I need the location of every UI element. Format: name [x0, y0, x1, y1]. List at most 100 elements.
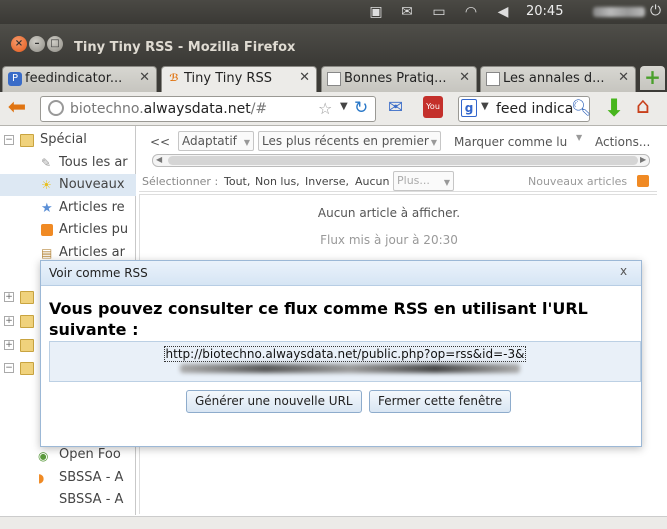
system-top-panel: [0, 0, 667, 24]
reload-icon[interactable]: ↻: [354, 98, 368, 118]
view-mode-select[interactable]: Adaptatif ▼: [178, 131, 254, 151]
mail-icon[interactable]: ✉: [398, 3, 416, 21]
all-articles-icon: ✎: [41, 156, 52, 170]
search-engine-dropdown-icon[interactable]: ▼: [481, 101, 489, 112]
new-articles-label: Nouveaux articles: [528, 175, 628, 188]
back-arrow-icon[interactable]: ⬅: [4, 97, 30, 121]
tab-label: Tiny Tiny RSS: [184, 71, 272, 86]
select-label: Sélectionner :: [142, 175, 219, 188]
home-icon[interactable]: ⌂: [636, 94, 650, 119]
dialog-heading: Vous pouvez consulter ce flux comme RSS …: [49, 299, 588, 339]
chevron-down-icon: ▼: [576, 133, 583, 142]
feed-indicator-icon[interactable]: ▣: [367, 3, 385, 21]
feed-sbssa-2[interactable]: SBSSA - A: [59, 492, 123, 507]
more-select[interactable]: Plus... ▼: [393, 171, 454, 191]
new-tab-button[interactable]: +: [640, 66, 665, 90]
tab-close-icon[interactable]: ✕: [459, 70, 470, 85]
youtube-icon[interactable]: You: [423, 96, 443, 118]
archive-icon: ▤: [41, 246, 53, 260]
scroll-right-icon[interactable]: ▶: [640, 155, 646, 164]
folder-icon: [20, 315, 34, 328]
power-icon[interactable]: ⏻: [650, 3, 661, 19]
tab-close-icon[interactable]: ✕: [139, 70, 150, 85]
feed-rss-icon: ◗: [38, 471, 45, 485]
dialog-title: Voir comme RSS: [49, 266, 148, 280]
feed-open-food[interactable]: Open Foo: [59, 447, 121, 462]
tab-label: Les annales d...: [503, 71, 605, 86]
feed-published-articles[interactable]: Articles pu: [59, 222, 128, 237]
tab-close-icon[interactable]: ✕: [618, 70, 629, 85]
status-bar: [0, 516, 667, 529]
url-text[interactable]: biotechno.alwaysdata.net/#: [70, 101, 267, 117]
folder-open-icon: [20, 362, 34, 375]
window-minimize-button[interactable]: –: [29, 36, 45, 52]
chevron-down-icon: ▼: [443, 178, 450, 187]
url-history-dropdown-icon[interactable]: ▼: [340, 101, 348, 112]
rss-icon: [41, 224, 53, 236]
feed-archived-articles[interactable]: Articles ar: [59, 245, 125, 260]
rss-url-link[interactable]: http://biotechno.alwaysdata.net/public.p…: [49, 346, 641, 362]
folder-icon: [20, 291, 34, 304]
feed-sbssa-1[interactable]: SBSSA - A: [59, 470, 123, 485]
window-close-button[interactable]: ×: [11, 36, 27, 52]
select-all-link[interactable]: Tout,: [224, 175, 250, 188]
select-unread-link[interactable]: Non lus,: [255, 175, 300, 188]
google-search-engine-icon[interactable]: g: [461, 99, 477, 117]
order-select[interactable]: Les plus récents en premier ▼: [258, 131, 441, 151]
expand-icon[interactable]: +: [4, 292, 14, 302]
feed-new-articles[interactable]: Nouveaux: [59, 177, 125, 192]
wifi-icon[interactable]: ◠: [462, 3, 480, 21]
feedindicator-favicon-icon: P: [8, 72, 22, 86]
mark-as-read-menu[interactable]: Marquer comme lu: [454, 135, 567, 149]
select-invert-link[interactable]: Inverse,: [305, 175, 349, 188]
url-key-blurred: [180, 364, 520, 373]
actions-menu[interactable]: Actions...: [595, 135, 650, 149]
window-maximize-button[interactable]: □: [47, 36, 63, 52]
collapse-sidebar-button[interactable]: <<: [150, 135, 170, 149]
tab-feedindicator[interactable]: P feedindicator... ✕: [2, 66, 157, 92]
site-identity-icon[interactable]: [48, 100, 64, 116]
expand-icon[interactable]: +: [4, 316, 14, 326]
rss-feed-icon[interactable]: [637, 175, 649, 187]
page-favicon-icon: [486, 72, 500, 86]
user-name-blurred[interactable]: [593, 7, 645, 17]
send-link-icon[interactable]: ✉: [388, 97, 403, 118]
chevron-down-icon: ▼: [243, 138, 250, 147]
new-articles-icon: ☀: [41, 178, 52, 192]
chevron-down-icon: ▼: [430, 138, 437, 147]
feed-starred-articles[interactable]: Articles re: [59, 200, 125, 215]
dialog-close-icon[interactable]: x: [620, 264, 627, 278]
volume-icon[interactable]: ◀: [494, 3, 512, 21]
clock[interactable]: 20:45: [526, 4, 563, 19]
search-input[interactable]: feed indica: [496, 101, 573, 117]
battery-icon[interactable]: ▭: [430, 3, 448, 21]
select-none-link[interactable]: Aucun: [355, 175, 390, 188]
page-favicon-icon: [327, 72, 341, 86]
feed-updated-message: Flux mis à jour à 20:30: [320, 233, 458, 247]
download-arrow-icon[interactable]: ⬇: [604, 94, 624, 122]
no-articles-message: Aucun article à afficher.: [317, 206, 461, 220]
tab-les-annales[interactable]: Les annales d... ✕: [480, 66, 636, 92]
close-window-button[interactable]: Fermer cette fenêtre: [369, 390, 512, 413]
tab-tiny-tiny-rss[interactable]: ℬ Tiny Tiny RSS ✕: [161, 66, 317, 92]
window-title: Tiny Tiny RSS - Mozilla Firefox: [74, 40, 296, 55]
starred-icon: ★: [41, 201, 53, 216]
expand-icon[interactable]: +: [4, 340, 14, 350]
feed-all-articles[interactable]: Tous les ar: [59, 155, 128, 170]
tab-label: feedindicator...: [25, 71, 123, 86]
scroll-left-icon[interactable]: ◀: [156, 155, 162, 164]
folder-icon: [20, 339, 34, 352]
tab-label: Bonnes Pratiq...: [344, 71, 447, 86]
ttrss-favicon-icon: ℬ: [169, 73, 179, 84]
folder-open-icon: [20, 134, 34, 147]
scrollbar-thumb[interactable]: [168, 156, 638, 165]
bookmark-star-icon[interactable]: ☆: [318, 99, 332, 118]
collapse-icon[interactable]: −: [4, 363, 14, 373]
search-icon[interactable]: 🔍︎: [571, 98, 591, 117]
generate-new-url-button[interactable]: Générer une nouvelle URL: [186, 390, 362, 413]
tab-close-icon[interactable]: ✕: [299, 70, 310, 85]
feed-favicon-icon: ◉: [38, 449, 49, 463]
category-special[interactable]: Spécial: [40, 132, 87, 147]
collapse-icon[interactable]: −: [4, 135, 14, 145]
tab-bonnes-pratiques[interactable]: Bonnes Pratiq... ✕: [321, 66, 477, 92]
